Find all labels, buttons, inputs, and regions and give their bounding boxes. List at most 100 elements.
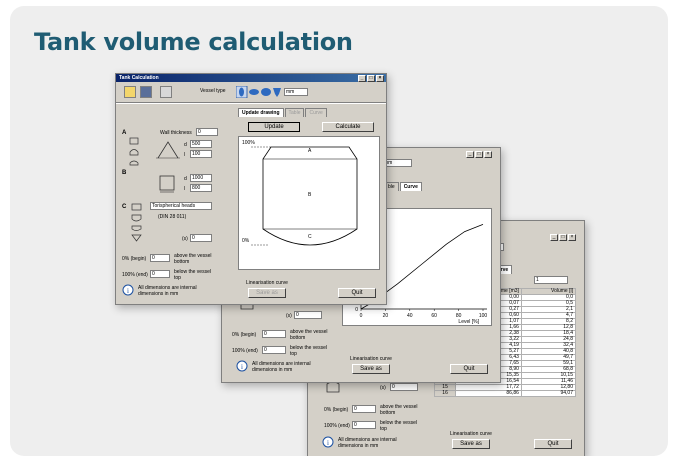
quit-button[interactable]: Quit bbox=[534, 439, 572, 449]
x-tick-label: 0 bbox=[360, 313, 363, 319]
a-d-value: 500 bbox=[192, 141, 201, 147]
end-label: 100% (end) bbox=[324, 423, 350, 429]
drawing-label-100: 100% bbox=[242, 140, 255, 146]
quit-button[interactable]: Quit bbox=[338, 288, 376, 298]
drawing-label-a: A bbox=[308, 148, 312, 154]
info-icon: i bbox=[122, 284, 134, 298]
wall-thickness-field[interactable]: 0 bbox=[196, 128, 218, 136]
quit-button[interactable]: Quit bbox=[450, 364, 488, 374]
begin-label: 0% (begin) bbox=[324, 407, 349, 413]
end-field[interactable]: 0 bbox=[262, 346, 286, 354]
save-as-button[interactable]: Save as bbox=[452, 439, 490, 449]
calculate-button[interactable]: Calculate bbox=[322, 122, 374, 132]
info-text: All dimensions are internal dimensions i… bbox=[252, 361, 311, 373]
x-axis-label: Level [%] bbox=[458, 319, 479, 325]
b-l-field[interactable]: 800 bbox=[190, 184, 212, 192]
height-field[interactable]: 0 bbox=[190, 234, 212, 242]
end-value: 0 bbox=[264, 347, 267, 353]
tab-strip: Update drawing Table Curve bbox=[238, 108, 328, 117]
begin-field[interactable]: 0 bbox=[262, 330, 286, 338]
tab-table[interactable]: Table bbox=[284, 108, 305, 117]
height-label: (s) bbox=[286, 313, 292, 319]
tab-curve[interactable]: Curve bbox=[399, 182, 422, 191]
info-icon: i bbox=[236, 360, 248, 374]
begin-label: 0% (begin) bbox=[122, 256, 147, 262]
b-d-field[interactable]: 1000 bbox=[190, 174, 212, 182]
begin-value: 0 bbox=[264, 331, 267, 337]
window-controls: _ □ × bbox=[466, 151, 492, 158]
maximize-button[interactable]: □ bbox=[367, 75, 375, 82]
window-tank-calculation: Tank Calculation _ □ × Vessel type mm Wa… bbox=[115, 73, 387, 305]
height-label: (s) bbox=[380, 385, 386, 391]
section-a-label: A bbox=[122, 130, 127, 136]
tab-update-drawing[interactable]: Update drawing bbox=[238, 108, 284, 117]
cone-dimension-icon bbox=[156, 140, 182, 162]
end-description: below the vessel top bbox=[290, 345, 327, 357]
y-tick-label: 0 bbox=[355, 307, 358, 313]
vessel-type-label: Vessel type bbox=[200, 88, 226, 94]
end-value: 0 bbox=[152, 271, 155, 277]
a-l-label: l bbox=[184, 152, 186, 158]
head-shape-icon bbox=[326, 381, 340, 395]
cell-volume-l: 94,07 bbox=[520, 390, 577, 397]
drawing-panel bbox=[238, 136, 380, 270]
height-field[interactable]: 0 bbox=[294, 311, 322, 319]
save-disk-icon[interactable] bbox=[140, 86, 152, 98]
begin-value: 0 bbox=[152, 255, 155, 261]
x-tick-label: 60 bbox=[431, 313, 437, 319]
title-bar[interactable]: Tank Calculation _ □ × bbox=[116, 74, 386, 82]
end-field[interactable]: 0 bbox=[352, 421, 376, 429]
a-l-value: 100 bbox=[192, 151, 201, 157]
begin-value: 0 bbox=[354, 406, 357, 412]
begin-description: above the vessel bottom bbox=[290, 329, 328, 341]
window-controls: _ □ × bbox=[358, 75, 384, 82]
update-button[interactable]: Update bbox=[248, 122, 300, 132]
row-select[interactable]: 1 bbox=[534, 276, 568, 284]
begin-description: above the vessel bottom bbox=[174, 253, 212, 265]
maximize-button[interactable]: □ bbox=[475, 151, 483, 158]
cylinder-dimension-icon bbox=[158, 174, 180, 196]
x-tick-label: 100 bbox=[479, 313, 488, 319]
minimize-button[interactable]: _ bbox=[466, 151, 474, 158]
head-shapes-icon bbox=[128, 136, 140, 168]
table-row[interactable]: 16 86,86 94,07 bbox=[433, 390, 577, 397]
a-l-field[interactable]: 100 bbox=[190, 150, 212, 158]
open-folder-icon[interactable] bbox=[124, 86, 136, 98]
close-button[interactable]: × bbox=[484, 151, 492, 158]
close-button[interactable]: × bbox=[376, 75, 384, 82]
a-d-label: d bbox=[184, 142, 187, 148]
begin-description: above the vessel bottom bbox=[380, 404, 418, 416]
print-icon[interactable] bbox=[160, 86, 172, 98]
end-label: 100% (end) bbox=[232, 348, 258, 354]
close-button[interactable]: × bbox=[568, 234, 576, 241]
unit-select-value: mm bbox=[286, 89, 295, 95]
tab-curve[interactable]: Curve bbox=[305, 108, 327, 117]
minimize-button[interactable]: _ bbox=[358, 75, 366, 82]
vessel-type-selector[interactable] bbox=[235, 85, 282, 100]
begin-field[interactable]: 0 bbox=[352, 405, 376, 413]
unit-select[interactable]: mm bbox=[284, 88, 308, 96]
height-field[interactable]: 0 bbox=[390, 383, 418, 391]
end-description: below the vessel top bbox=[174, 269, 211, 281]
end-description: below the vessel top bbox=[380, 420, 417, 432]
tab-strip: ble Curve bbox=[384, 182, 423, 191]
x-tick-label: 40 bbox=[407, 313, 413, 319]
section-c-label: C bbox=[122, 204, 127, 210]
save-as-button[interactable]: Save as bbox=[248, 288, 286, 298]
head-type-select[interactable]: Torispherical heads bbox=[150, 202, 212, 210]
height-value: 0 bbox=[392, 384, 395, 390]
begin-field[interactable]: 0 bbox=[150, 254, 170, 262]
wall-thickness-label: Wall thickness bbox=[160, 130, 192, 136]
end-value: 0 bbox=[354, 422, 357, 428]
x-tick-label: 20 bbox=[383, 313, 389, 319]
vessel-drawing bbox=[251, 146, 358, 246]
save-as-button[interactable]: Save as bbox=[352, 364, 390, 374]
maximize-button[interactable]: □ bbox=[559, 234, 567, 241]
height-label: (s) bbox=[182, 236, 188, 242]
drawing-label-c: C bbox=[308, 234, 312, 240]
end-field[interactable]: 0 bbox=[150, 270, 170, 278]
minimize-button[interactable]: _ bbox=[550, 234, 558, 241]
drawing-label-0: 0% bbox=[242, 238, 250, 244]
a-d-field[interactable]: 500 bbox=[190, 140, 212, 148]
linearisation-label: Linearisation curve bbox=[246, 280, 288, 286]
